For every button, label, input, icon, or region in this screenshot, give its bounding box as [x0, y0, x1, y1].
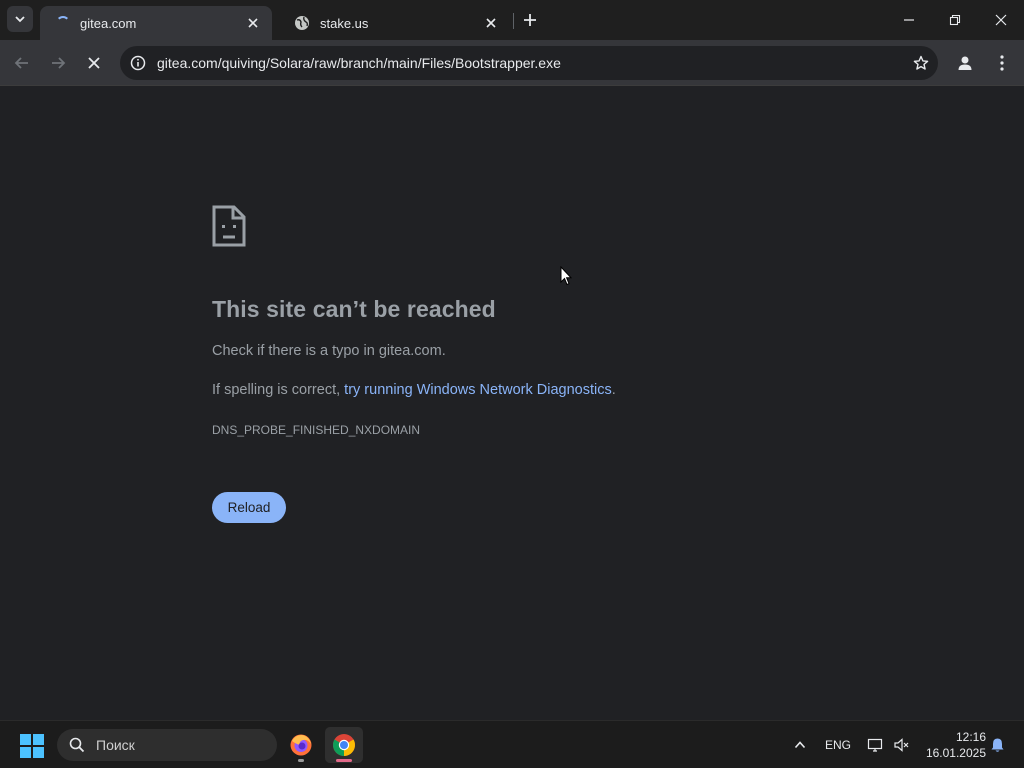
app-active-indicator: [336, 759, 352, 762]
tab-close-icon[interactable]: [482, 14, 500, 32]
show-hidden-icons-button[interactable]: [788, 721, 812, 768]
volume-tray-button[interactable]: [890, 721, 912, 768]
stop-loading-button[interactable]: [80, 49, 108, 77]
error-suggestion-diagnostics: If spelling is correct, try running Wind…: [212, 382, 616, 398]
error-page: This site can’t be reached Check if ther…: [0, 87, 1024, 720]
minimize-icon: [904, 19, 914, 21]
person-icon: [958, 56, 972, 70]
chevron-down-icon: [15, 16, 25, 23]
error-code: DNS_PROBE_FINISHED_NXDOMAIN: [212, 423, 421, 437]
tab-title: gitea.com: [80, 15, 137, 31]
search-icon: [68, 736, 86, 754]
address-bar[interactable]: gitea.com/quiving/Solara/raw/branch/main…: [120, 46, 938, 80]
loading-spinner-icon: [56, 16, 70, 30]
mouse-cursor-icon: [560, 266, 572, 286]
network-diagnostics-link[interactable]: try running Windows Network Diagnostics: [344, 382, 612, 398]
tab-gitea[interactable]: gitea.com: [40, 6, 272, 40]
menu-button[interactable]: [988, 49, 1016, 77]
search-placeholder: Поиск: [96, 737, 135, 753]
star-icon: [913, 55, 929, 70]
plus-icon: [524, 14, 536, 26]
close-window-button[interactable]: [978, 0, 1024, 40]
close-icon: [995, 14, 1007, 26]
network-tray-button[interactable]: [864, 721, 886, 768]
tab-stake[interactable]: stake.us: [278, 6, 510, 40]
clock-date: 16.01.2025: [925, 746, 986, 760]
firefox-icon: [290, 734, 312, 756]
chevron-up-icon: [794, 741, 806, 749]
tab-close-icon[interactable]: [244, 14, 262, 32]
restore-icon: [949, 14, 961, 26]
info-icon: [130, 55, 146, 71]
sad-document-icon: [212, 205, 246, 247]
back-button[interactable]: [8, 49, 36, 77]
app-running-indicator: [298, 759, 304, 762]
suggestion-text: If spelling is correct,: [212, 382, 345, 398]
taskbar: Поиск ENG 12:16 16.01.2025: [0, 720, 1024, 768]
tab-strip: gitea.com stake.us: [0, 0, 1024, 40]
network-icon: [867, 738, 883, 752]
bookmark-button[interactable]: [904, 49, 938, 77]
chrome-icon: [333, 734, 355, 756]
reload-button[interactable]: Reload: [212, 492, 286, 523]
notifications-button[interactable]: [986, 721, 1008, 768]
taskbar-clock[interactable]: 12:16 16.01.2025: [918, 729, 986, 761]
taskbar-search[interactable]: Поиск: [57, 729, 277, 761]
tab-separator: [513, 13, 514, 29]
speaker-muted-icon: [894, 738, 909, 752]
new-tab-button[interactable]: [518, 8, 542, 32]
more-vertical-icon: [1000, 55, 1004, 71]
address-url[interactable]: gitea.com/quiving/Solara/raw/branch/main…: [157, 55, 904, 71]
close-icon: [88, 57, 100, 69]
tab-title: stake.us: [320, 15, 369, 31]
suggestion-period: .: [611, 382, 616, 398]
taskbar-app-chrome[interactable]: [325, 727, 363, 763]
site-info-button[interactable]: [128, 53, 148, 73]
arrow-right-icon: [52, 57, 66, 69]
minimize-button[interactable]: [886, 0, 932, 40]
language-indicator[interactable]: ENG: [820, 721, 856, 768]
clock-time: 12:16: [955, 730, 986, 744]
windows-logo-icon: [20, 734, 31, 745]
bell-icon: [991, 738, 1003, 752]
globe-icon: [295, 16, 309, 30]
browser-toolbar: gitea.com/quiving/Solara/raw/branch/main…: [0, 40, 1024, 86]
arrow-left-icon: [14, 57, 28, 69]
restore-button[interactable]: [932, 0, 978, 40]
start-button[interactable]: [20, 734, 44, 758]
profile-button[interactable]: [951, 49, 979, 77]
forward-button[interactable]: [44, 49, 72, 77]
tab-search-button[interactable]: [7, 6, 33, 32]
error-suggestion-typo: Check if there is a typo in gitea.com.: [212, 343, 446, 359]
error-title: This site can’t be reached: [212, 296, 496, 322]
taskbar-app-firefox[interactable]: [282, 727, 320, 763]
